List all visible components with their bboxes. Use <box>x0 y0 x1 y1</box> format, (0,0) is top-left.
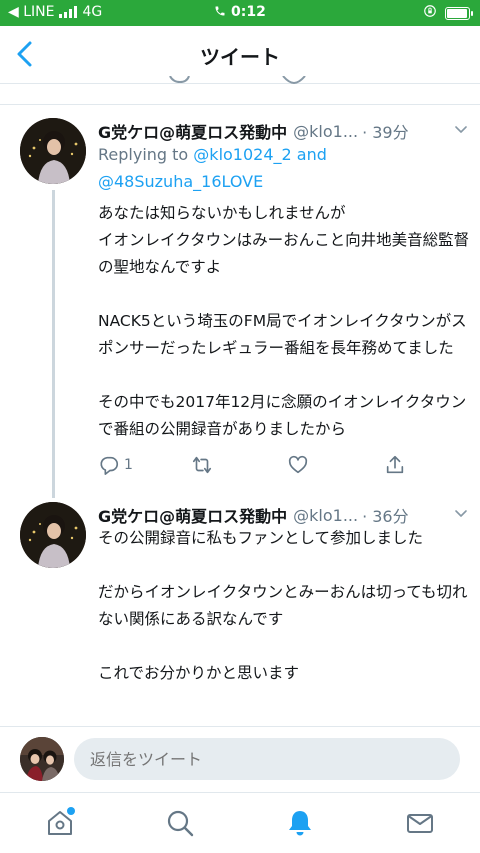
avatar[interactable] <box>20 502 86 568</box>
previous-actions-row <box>169 76 306 84</box>
mention-link[interactable]: @klo1024_2 <box>193 145 291 164</box>
user-handle[interactable]: @klo1... <box>293 122 358 141</box>
thread-line <box>52 190 55 498</box>
phone-icon <box>214 4 231 20</box>
tweet-actions: 1 <box>98 451 438 479</box>
bell-icon <box>289 811 311 836</box>
tab-bar <box>0 792 480 853</box>
share-icon <box>386 455 404 474</box>
search-icon <box>167 810 194 837</box>
battery-icon <box>445 6 473 20</box>
status-bar: ◀ LINE 4G 0:12 <box>0 0 480 26</box>
tweet-text: あなたは知らないかもしれませんが イオンレイクタウンはみーおんこと向井地美音総監… <box>98 204 470 438</box>
tweet-text: その公開録音に私もファンとして参加しました だからイオンレイクタウンとみーおんは… <box>98 529 468 682</box>
reply-button[interactable]: 1 <box>98 451 133 479</box>
replying-to: Replying to @klo1024_2 and @48Suzuha_16L… <box>98 145 327 191</box>
my-avatar[interactable] <box>20 737 64 781</box>
timestamp: · 36分 <box>362 507 409 526</box>
nav-header: ツイート <box>0 26 480 84</box>
reply-count: 1 <box>124 457 133 473</box>
like-button[interactable] <box>287 451 309 479</box>
orientation-lock-icon <box>423 4 437 22</box>
page-title: ツイート <box>200 45 280 69</box>
retweet-button[interactable] <box>190 451 214 479</box>
tab-search[interactable] <box>162 805 198 841</box>
chevron-down-icon[interactable] <box>454 124 468 136</box>
avatar[interactable] <box>20 118 86 184</box>
clock: 0:12 <box>231 4 266 20</box>
reply-input[interactable] <box>74 738 460 780</box>
tab-notifications[interactable] <box>282 805 318 841</box>
share-button[interactable] <box>384 451 406 479</box>
tweet[interactable]: G党ケロ@萌夏ロス発動中 @klo1... · 39分 Replying to … <box>0 118 480 498</box>
new-content-dot <box>67 807 75 815</box>
display-name[interactable]: G党ケロ@萌夏ロス発動中 <box>98 503 287 527</box>
user-handle[interactable]: @klo1... <box>293 506 358 525</box>
mention-link[interactable]: @48Suzuha_16LOVE <box>98 172 263 191</box>
display-name[interactable]: G党ケロ@萌夏ロス発動中 <box>98 119 287 143</box>
reply-icon <box>100 456 119 475</box>
like-icon <box>288 455 308 474</box>
tweet[interactable]: G党ケロ@萌夏ロス発動中 @klo1... · 36分 その公開録音に私もファン… <box>0 502 480 717</box>
mail-icon <box>407 814 433 833</box>
retweet-icon <box>192 456 212 474</box>
tab-messages[interactable] <box>402 805 438 841</box>
reply-composer <box>0 726 480 792</box>
tab-home[interactable] <box>42 805 78 841</box>
chevron-down-icon[interactable] <box>454 508 468 520</box>
timestamp: · 39分 <box>362 123 409 142</box>
